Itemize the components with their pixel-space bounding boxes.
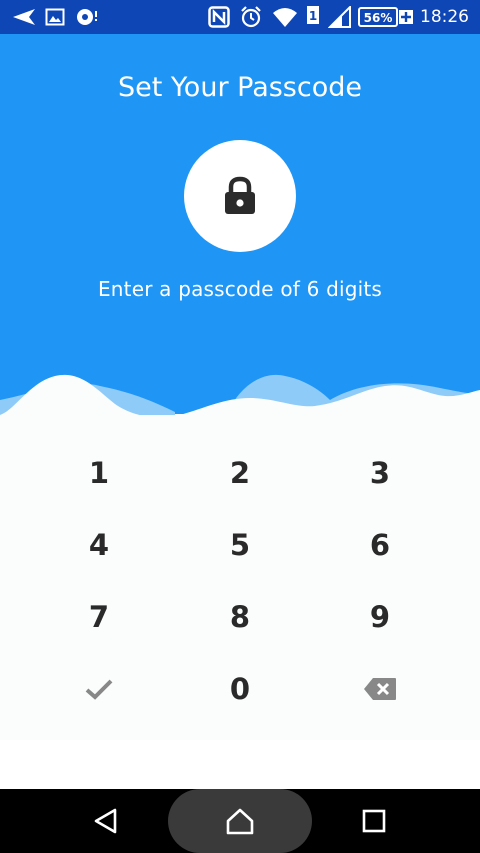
alarm-icon <box>240 5 262 34</box>
key-7[interactable]: 7 <box>29 587 169 647</box>
confirm-button[interactable] <box>29 659 169 719</box>
svg-text:1: 1 <box>309 9 317 23</box>
check-icon <box>85 679 113 700</box>
key-5[interactable]: 5 <box>170 515 310 575</box>
svg-text:56%: 56% <box>364 11 393 25</box>
key-8[interactable]: 8 <box>170 587 310 647</box>
key-4[interactable]: 4 <box>29 515 169 575</box>
page-title: Set Your Passcode <box>117 72 362 103</box>
navigation-bar <box>0 789 480 853</box>
numeric-keypad: 1 2 3 4 5 6 7 8 9 0 <box>0 415 480 740</box>
backspace-icon <box>364 678 396 700</box>
home-button[interactable] <box>204 789 276 853</box>
backspace-button[interactable] <box>310 659 450 719</box>
key-3[interactable]: 3 <box>310 443 450 503</box>
instruction-text: Enter a passcode of 6 digits <box>97 277 383 301</box>
status-bar: 1 56% 18:26 <box>0 0 480 34</box>
key-1[interactable]: 1 <box>29 443 169 503</box>
navigation-icon <box>11 7 37 32</box>
wave-decoration <box>0 374 480 420</box>
home-icon <box>226 808 254 835</box>
key-6[interactable]: 6 <box>310 515 450 575</box>
back-icon <box>94 808 117 834</box>
lock-icon <box>225 176 255 214</box>
status-time: 18:26 <box>420 7 469 27</box>
back-button[interactable] <box>70 789 142 853</box>
recents-button[interactable] <box>338 789 410 853</box>
key-9[interactable]: 9 <box>310 587 450 647</box>
image-icon <box>45 8 65 31</box>
bottom-spacer <box>0 740 480 789</box>
battery-icon: 56% <box>358 6 414 33</box>
nfc-icon <box>208 6 230 33</box>
recents-icon <box>362 809 386 833</box>
signal-icon <box>327 4 352 33</box>
music-icon <box>76 8 102 31</box>
sim-slot-icon: 1 <box>306 5 320 30</box>
wifi-icon <box>272 6 298 33</box>
key-2[interactable]: 2 <box>170 443 310 503</box>
lock-badge <box>184 140 296 252</box>
key-0[interactable]: 0 <box>170 659 310 719</box>
